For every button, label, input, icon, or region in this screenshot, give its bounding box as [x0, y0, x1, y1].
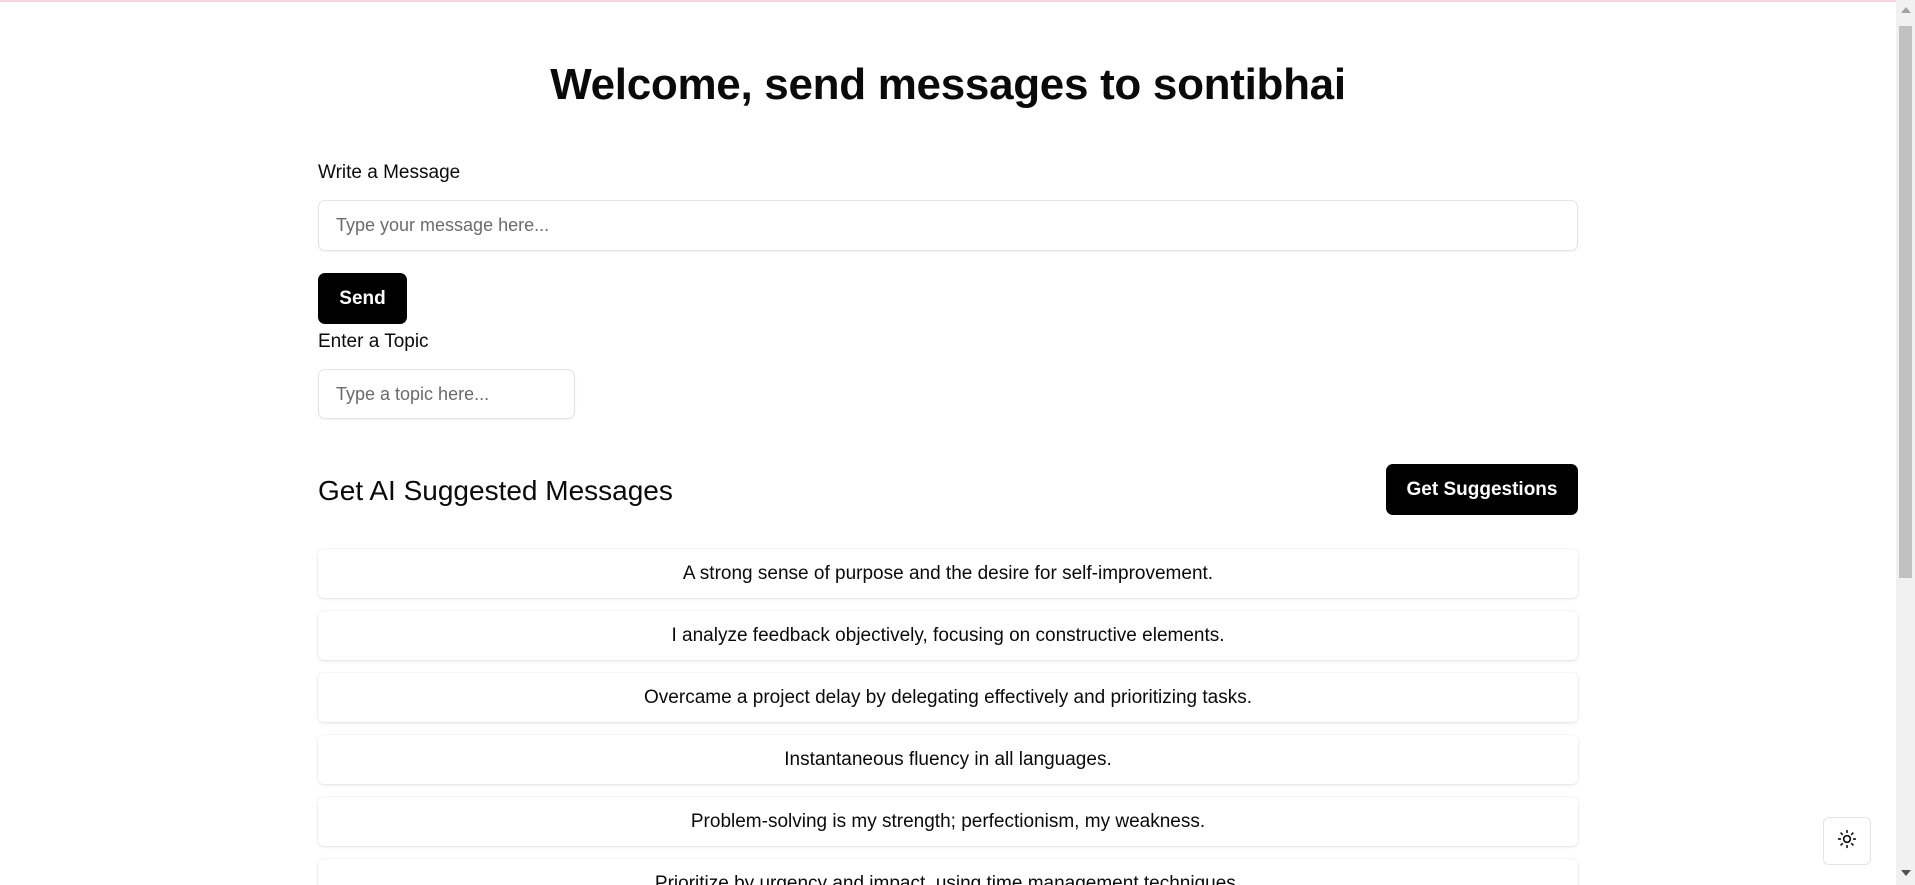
- suggestion-item[interactable]: Problem-solving is my strength; perfecti…: [318, 797, 1578, 846]
- theme-toggle-button[interactable]: [1823, 817, 1871, 865]
- topic-label: Enter a Topic: [318, 331, 429, 352]
- suggestions-list: A strong sense of purpose and the desire…: [318, 549, 1578, 885]
- message-label: Write a Message: [318, 162, 461, 183]
- send-button[interactable]: Send: [318, 273, 407, 324]
- suggestion-item[interactable]: Instantaneous fluency in all languages.: [318, 735, 1578, 784]
- suggestion-item[interactable]: Overcame a project delay by delegating e…: [318, 673, 1578, 722]
- suggestion-item[interactable]: A strong sense of purpose and the desire…: [318, 549, 1578, 598]
- scroll-down-arrow-icon[interactable]: [1901, 870, 1911, 876]
- message-input[interactable]: [318, 200, 1578, 251]
- page: Welcome, send messages to sontibhai Writ…: [0, 0, 1896, 885]
- scroll-up-arrow-icon[interactable]: [1901, 7, 1911, 13]
- suggestion-item[interactable]: Prioritize by urgency and impact, using …: [318, 859, 1578, 885]
- get-suggestions-button[interactable]: Get Suggestions: [1386, 464, 1578, 515]
- topic-input[interactable]: [318, 369, 575, 419]
- sun-icon: [1837, 829, 1857, 854]
- vertical-scrollbar[interactable]: [1896, 0, 1915, 885]
- suggestions-heading: Get AI Suggested Messages: [318, 475, 673, 506]
- scrollbar-thumb[interactable]: [1899, 26, 1912, 578]
- page-title: Welcome, send messages to sontibhai: [550, 60, 1346, 109]
- suggestion-item[interactable]: I analyze feedback objectively, focusing…: [318, 611, 1578, 660]
